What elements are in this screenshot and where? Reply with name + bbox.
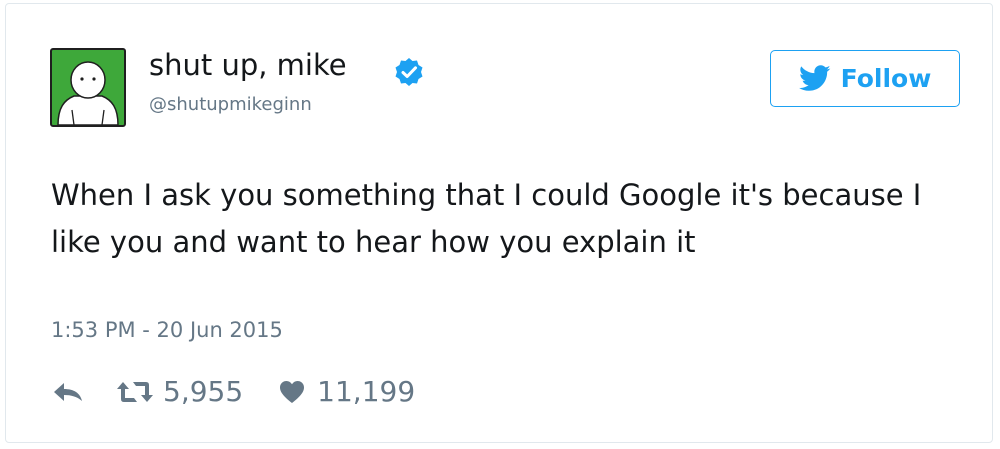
display-name[interactable]: shut up, mike <box>149 51 347 80</box>
retweet-icon <box>117 382 153 402</box>
tweet-timestamp[interactable]: 1:53 PM - 20 Jun 2015 <box>51 320 283 341</box>
avatar-figure-icon <box>57 61 119 125</box>
reply-icon <box>54 383 82 401</box>
avatar[interactable] <box>50 48 126 127</box>
retweet-count: 5,955 <box>163 375 244 408</box>
follow-button-label: Follow <box>840 64 932 93</box>
follow-button[interactable]: Follow <box>770 50 960 107</box>
tweet-card: shut up, mike @shutupmikeginn Follow Whe… <box>5 3 993 443</box>
twitter-bird-icon <box>798 65 831 91</box>
heart-icon <box>280 381 305 403</box>
tweet-actions: 5,955 11,199 <box>51 374 415 410</box>
reply-button[interactable] <box>51 380 85 404</box>
tweet-text: When I ask you something that I could Go… <box>51 178 922 259</box>
retweet-button[interactable]: 5,955 <box>115 378 243 406</box>
verified-badge-icon <box>395 58 423 86</box>
like-button[interactable]: 11,199 <box>279 378 415 406</box>
like-count: 11,199 <box>317 375 416 408</box>
user-handle[interactable]: @shutupmikeginn <box>149 96 312 114</box>
